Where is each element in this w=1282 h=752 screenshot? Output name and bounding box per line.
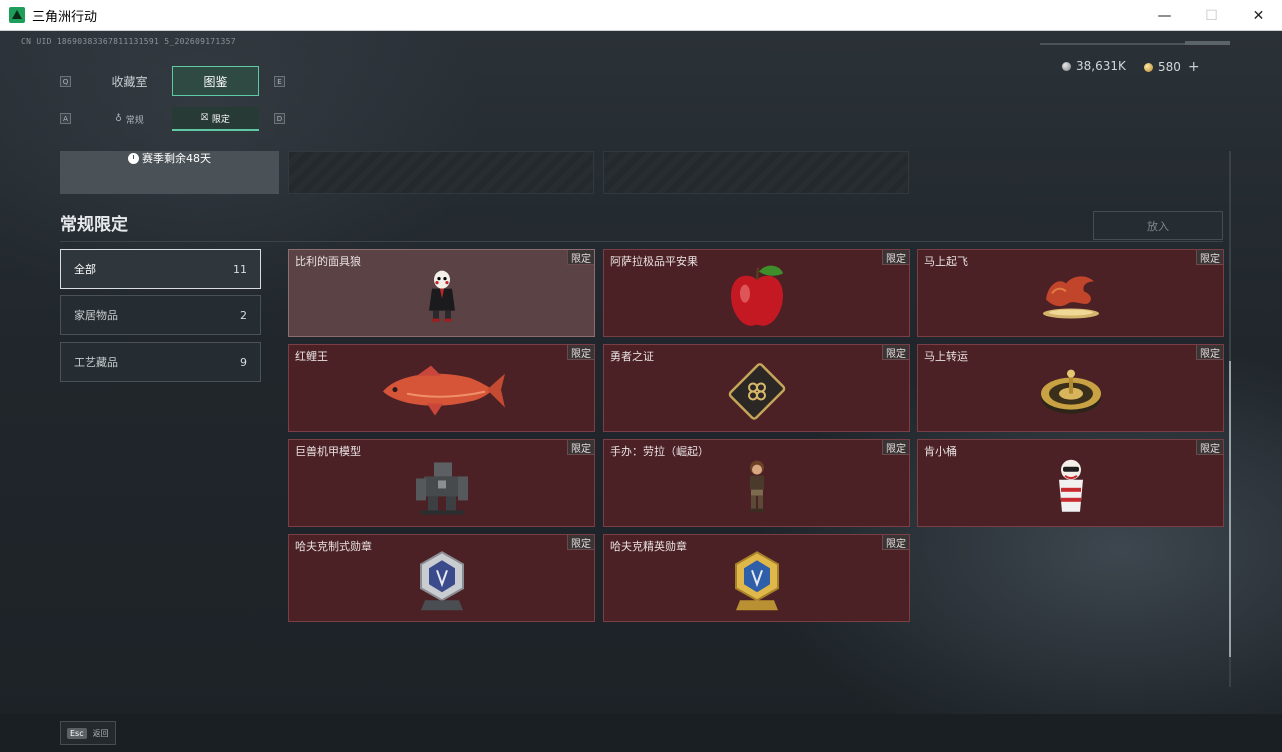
silver-amount: 38,631K xyxy=(1076,59,1126,73)
silver-currency: 38,631K xyxy=(1062,59,1126,73)
item-card[interactable]: 肯小桶 限定 xyxy=(917,439,1224,527)
item-card[interactable]: 阿萨拉极品平安果 限定 xyxy=(603,249,910,337)
mech-model-icon xyxy=(410,454,474,522)
clock-icon xyxy=(128,152,139,164)
item-name: 比利的面具狼 xyxy=(295,255,361,268)
close-button[interactable]: ✕ xyxy=(1235,0,1282,31)
filter-crafts[interactable]: 工艺藏品 9 xyxy=(60,342,261,382)
subtab-regular-label: 常规 xyxy=(125,115,144,126)
item-card[interactable]: 比利的面具狼 限定 xyxy=(288,249,595,337)
limited-tag: 限定 xyxy=(1196,250,1223,265)
season-remaining: 赛季剩余48天 xyxy=(128,151,211,165)
gold-amount: 580 xyxy=(1158,60,1181,74)
app-logo-icon xyxy=(9,7,25,23)
gold-currency: 580 + xyxy=(1144,59,1200,75)
limited-tag: 限定 xyxy=(882,440,909,455)
item-card[interactable]: 巨兽机甲模型 限定 xyxy=(288,439,595,527)
gold-medal-icon xyxy=(732,550,782,616)
add-currency-button[interactable]: + xyxy=(1188,59,1200,75)
limited-tag: 限定 xyxy=(567,250,594,265)
game-viewport: CN UID 18690383367811131591 5_2026091713… xyxy=(0,31,1282,752)
key-hint-a: A xyxy=(60,113,71,124)
apple-icon xyxy=(727,264,787,334)
item-card[interactable]: 红鲤王 限定 xyxy=(288,344,595,432)
filter-home-items[interactable]: 家居物品 2 xyxy=(60,295,261,335)
limited-tag: 限定 xyxy=(567,345,594,360)
item-card[interactable]: 马上转运 限定 xyxy=(917,344,1224,432)
banner-slot-3[interactable] xyxy=(603,151,909,194)
section-divider xyxy=(60,241,1223,242)
jigsaw-puppet-icon xyxy=(425,269,459,327)
bucket-mascot-icon xyxy=(1051,458,1091,518)
limited-tag: 限定 xyxy=(567,535,594,550)
filter-label: 全部 xyxy=(74,263,96,276)
roulette-icon xyxy=(1038,364,1104,422)
regular-icon: ♁ xyxy=(115,114,122,124)
limited-tag: 限定 xyxy=(1196,345,1223,360)
limited-tag: 限定 xyxy=(882,345,909,360)
lara-figure-icon xyxy=(740,459,774,517)
filter-all[interactable]: 全部 11 xyxy=(60,249,261,289)
season-banner[interactable]: 赛季剩余48天 xyxy=(60,151,279,194)
tab-collection-room[interactable]: 收藏室 xyxy=(86,66,173,96)
item-card[interactable]: 哈夫克制式勋章 限定 xyxy=(288,534,595,622)
badge-card-icon xyxy=(725,359,789,427)
item-card[interactable]: 哈夫克精英勋章 限定 xyxy=(603,534,910,622)
top-decor-line xyxy=(1040,43,1190,45)
carp-fish-icon xyxy=(377,364,507,422)
item-name: 红鲤王 xyxy=(295,350,328,363)
filter-count: 2 xyxy=(240,308,247,322)
item-name: 勇者之证 xyxy=(610,350,654,363)
item-name: 马上起飞 xyxy=(924,255,968,268)
limited-icon: ⛝ xyxy=(201,113,208,123)
item-card[interactable]: 勇者之证 限定 xyxy=(603,344,910,432)
user-uid: CN UID 18690383367811131591 5_2026091713… xyxy=(21,37,236,46)
tab-catalog[interactable]: 图鉴 xyxy=(172,66,259,96)
flying-horse-icon xyxy=(1038,269,1104,325)
section-title: 常规限定 xyxy=(60,215,128,235)
minimize-button[interactable]: — xyxy=(1141,0,1188,31)
item-card[interactable]: 马上起飞 限定 xyxy=(917,249,1224,337)
silver-medal-icon xyxy=(417,550,467,616)
limited-tag: 限定 xyxy=(567,440,594,455)
item-name: 哈夫克精英勋章 xyxy=(610,540,687,553)
item-name: 阿萨拉极品平安果 xyxy=(610,255,698,268)
key-hint-q: Q xyxy=(60,76,71,87)
window-title: 三角洲行动 xyxy=(32,9,98,25)
banner-slot-2[interactable] xyxy=(288,151,594,194)
limited-tag: 限定 xyxy=(882,535,909,550)
gold-coin-icon xyxy=(1144,62,1153,72)
window-controls: — ☐ ✕ xyxy=(1141,0,1282,31)
top-decor-bar xyxy=(1185,41,1230,45)
subtab-limited-label: 限定 xyxy=(211,114,230,125)
filter-label: 工艺藏品 xyxy=(74,356,118,369)
back-label: 返回 xyxy=(92,728,109,738)
filter-label: 家居物品 xyxy=(74,309,118,322)
place-button[interactable]: 放入 xyxy=(1093,211,1223,240)
item-name: 手办：劳拉（崛起） xyxy=(610,445,709,458)
limited-tag: 限定 xyxy=(1196,440,1223,455)
item-name: 马上转运 xyxy=(924,350,968,363)
season-remaining-text: 赛季剩余48天 xyxy=(142,152,211,165)
limited-tag: 限定 xyxy=(882,250,909,265)
subtab-limited[interactable]: ⛝ 限定 xyxy=(172,107,259,131)
item-name: 肯小桶 xyxy=(924,445,957,458)
window-titlebar: 三角洲行动 — ☐ ✕ xyxy=(0,0,1282,31)
maximize-button[interactable]: ☐ xyxy=(1188,0,1235,31)
item-name: 巨兽机甲模型 xyxy=(295,445,361,458)
esc-key-icon: Esc xyxy=(67,727,87,739)
subtab-regular[interactable]: ♁ 常规 xyxy=(86,107,173,131)
item-name: 哈夫克制式勋章 xyxy=(295,540,372,553)
bottom-bar xyxy=(0,714,1282,752)
back-button[interactable]: Esc 返回 xyxy=(60,721,116,745)
key-hint-e: E xyxy=(274,76,285,87)
scrollbar-thumb[interactable] xyxy=(1229,361,1231,657)
filter-count: 11 xyxy=(233,262,247,276)
key-hint-d: D xyxy=(274,113,285,124)
item-card[interactable]: 手办：劳拉（崛起） 限定 xyxy=(603,439,910,527)
filter-count: 9 xyxy=(240,355,247,369)
silver-coin-icon xyxy=(1062,61,1071,71)
